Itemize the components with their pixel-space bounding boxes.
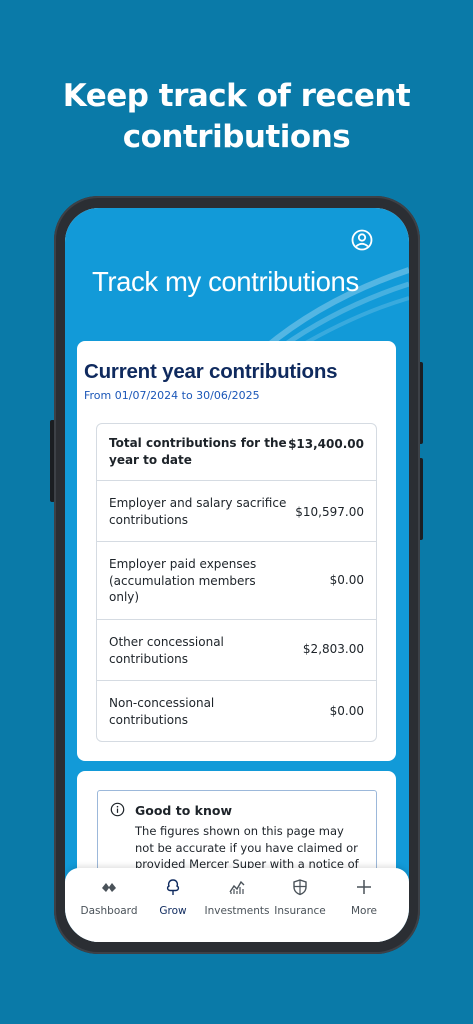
nav-item-dashboard[interactable]: Dashboard [75, 868, 143, 942]
contributions-table: Total contributions for the year to date… [96, 423, 377, 742]
phone-screen: Track my contributions Current year cont… [65, 208, 409, 942]
row-label: Total contributions for the year to date [109, 436, 287, 467]
table-row: Employer and salary sacrifice contributi… [97, 481, 376, 542]
investments-chart-icon [229, 880, 245, 894]
page-title: Track my contributions [92, 266, 359, 297]
row-value: $10,597.00 [295, 505, 364, 519]
row-label: Other concessional contributions [109, 635, 224, 666]
bottom-navigation: Dashboard Grow Investments Insurance Mor… [65, 868, 409, 942]
nav-label: Insurance [274, 905, 326, 917]
nav-label: More [350, 905, 378, 917]
profile-icon[interactable] [350, 228, 374, 252]
info-icon [110, 802, 125, 817]
nav-label: Grow [159, 905, 187, 917]
table-row-total: Total contributions for the year to date… [97, 424, 376, 481]
nav-label: Investments [204, 905, 270, 917]
row-value: $13,400.00 [288, 437, 364, 451]
row-value: $2,803.00 [302, 642, 364, 656]
promo-headline-line2: contributions [122, 119, 351, 155]
card-title: Current year contributions [84, 360, 338, 383]
nav-item-insurance[interactable]: Insurance [266, 868, 334, 942]
nav-item-grow[interactable]: Grow [139, 868, 207, 942]
plus-icon [357, 880, 371, 894]
nav-item-investments[interactable]: Investments [203, 868, 271, 942]
promo-headline-line1: Keep track of recent [62, 78, 411, 114]
shield-icon [293, 879, 307, 896]
table-row: Non-concessional contributions $0.00 [97, 681, 376, 741]
promo-headline: Keep track of recent contributions [0, 76, 473, 158]
row-label: Employer and salary sacrifice contributi… [109, 496, 287, 527]
row-label: Employer paid expenses (accumulation mem… [109, 557, 257, 604]
contribution-period: From 01/07/2024 to 30/06/2025 [84, 389, 260, 402]
notice-body: The figures shown on this page may not b… [135, 824, 359, 871]
table-row: Employer paid expenses (accumulation mem… [97, 542, 376, 620]
tree-icon [166, 879, 180, 895]
row-label: Non-concessional contributions [109, 696, 215, 727]
row-value: $0.00 [329, 573, 364, 587]
table-row: Other concessional contributions $2,803.… [97, 620, 376, 681]
nav-item-more[interactable]: More [330, 868, 398, 942]
notice-title: Good to know [135, 803, 232, 818]
dashboard-icon [102, 883, 116, 892]
nav-label: Dashboard [80, 905, 138, 917]
row-value: $0.00 [329, 704, 364, 718]
